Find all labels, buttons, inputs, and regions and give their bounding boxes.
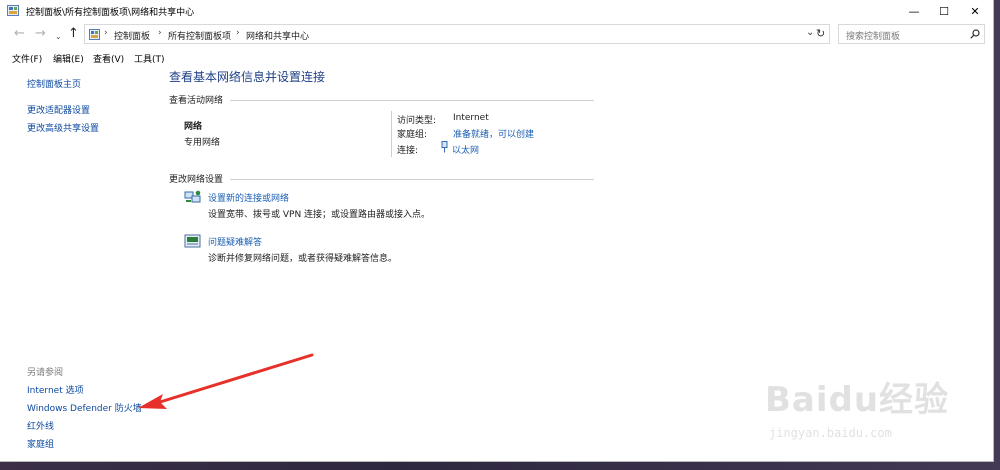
annotation-arrow xyxy=(138,353,314,409)
